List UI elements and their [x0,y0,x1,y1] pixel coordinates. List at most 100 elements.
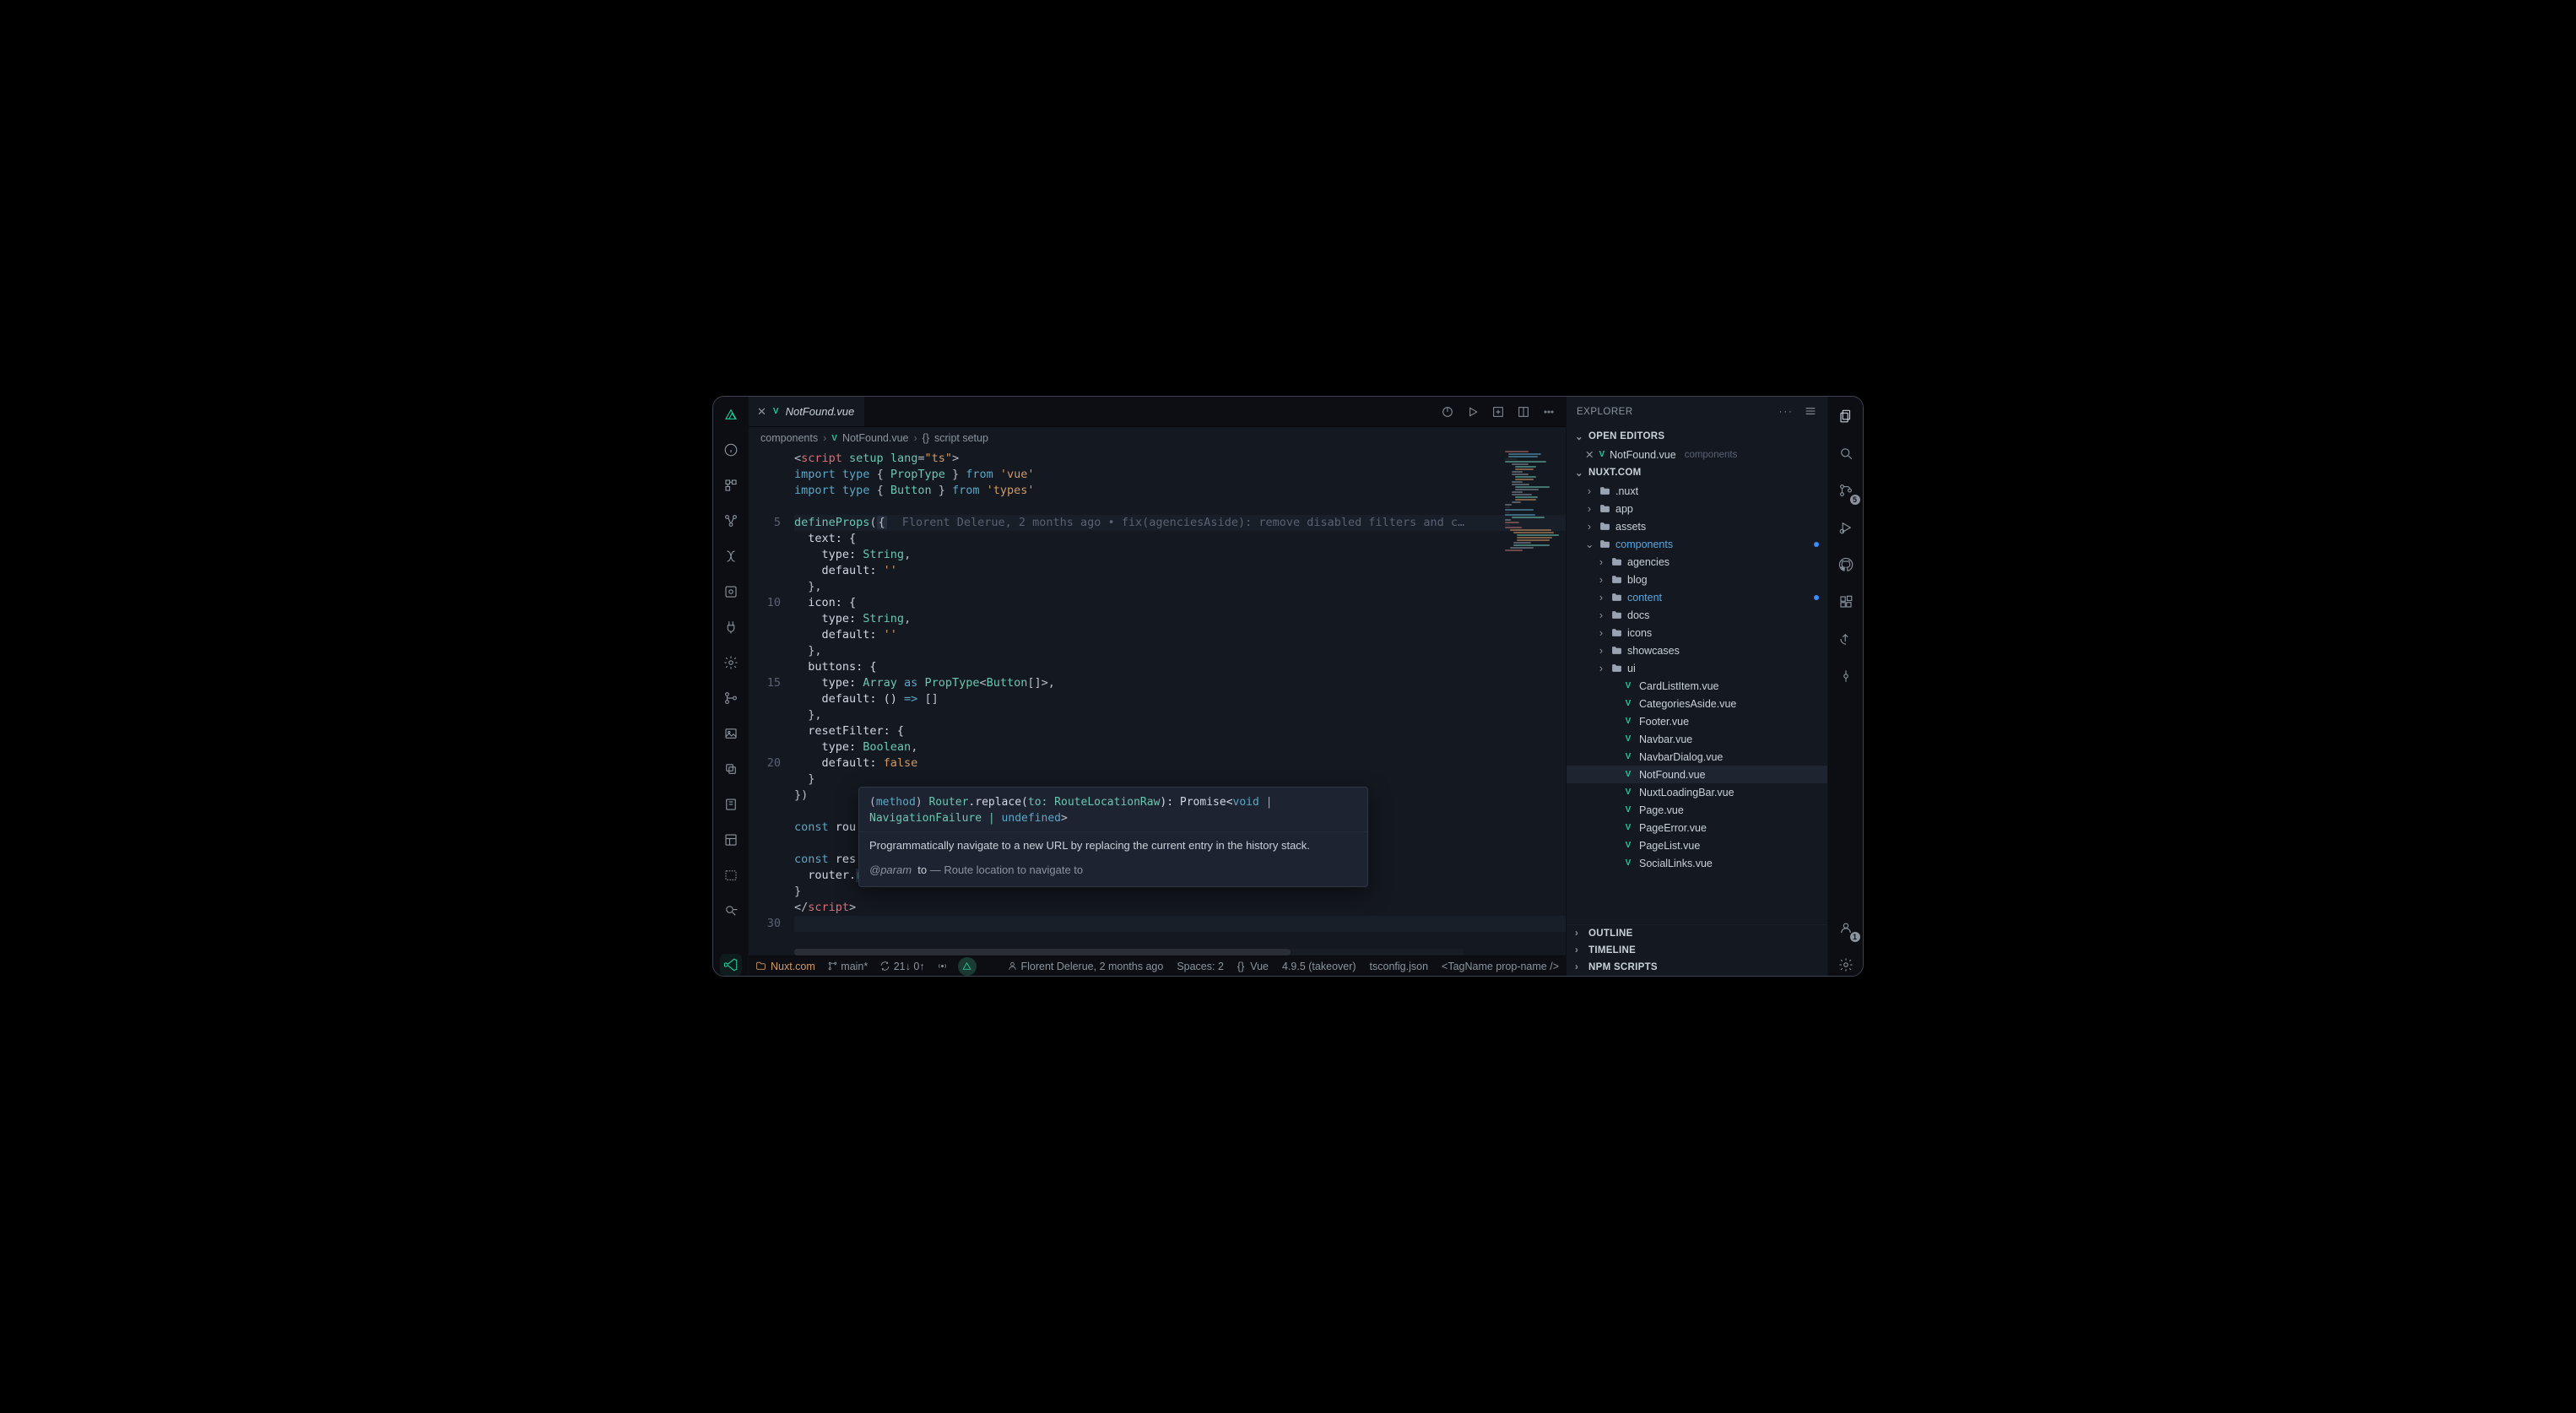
tree-label: CardListItem.vue [1639,680,1718,692]
status-tsconfig[interactable]: tsconfig.json [1370,961,1428,972]
vue-file-icon: V [831,434,837,443]
folder-assets[interactable]: ›assets [1567,517,1827,535]
tab-notfound[interactable]: ✕ V NotFound.vue [749,397,865,426]
section-project[interactable]: ⌄ NUXT.COM [1567,463,1827,482]
status-language[interactable]: {} Vue [1237,961,1269,972]
status-blame[interactable]: Florent Delerue, 2 months ago [1007,961,1163,972]
editor-content[interactable]: 5 10 15 20 30 <script setup lang="ts"> i… [749,449,1566,956]
files-icon[interactable] [1835,405,1857,427]
code-body[interactable]: <script setup lang="ts"> import type { P… [789,449,1566,956]
chevron-down-icon: ⌄ [1575,430,1585,442]
folder-docs[interactable]: ›docs [1567,606,1827,624]
explorer-panel: EXPLORER ··· ⌄ OPEN EDITORS ✕ V NotFound… [1566,397,1827,976]
folder-components[interactable]: ⌄components [1567,535,1827,553]
intellisense-hover: (method) Router.replace(to: RouteLocatio… [858,787,1368,887]
status-folder[interactable]: Nuxt.com [755,961,815,972]
vscode-icon[interactable] [720,954,742,976]
layout-icon[interactable] [720,829,742,851]
search-icon[interactable] [1835,442,1857,464]
share-icon[interactable] [1835,628,1857,650]
tree-label: icons [1627,627,1652,639]
file-categoriesaside-vue[interactable]: ›VCategoriesAside.vue [1567,695,1827,712]
file-nuxtloadingbar-vue[interactable]: ›VNuxtLoadingBar.vue [1567,783,1827,801]
plugin-icon[interactable] [720,616,742,638]
folder-icons[interactable]: ›icons [1567,624,1827,642]
folder-app[interactable]: ›app [1567,500,1827,517]
section-open-editors[interactable]: ⌄ OPEN EDITORS [1567,427,1827,446]
status-volar-version[interactable]: 4.9.5 (takeover) [1282,961,1356,972]
terminal-icon[interactable] [720,864,742,886]
git-commit-icon[interactable] [1835,665,1857,687]
split-right-icon[interactable] [1517,405,1530,419]
tree-label: content [1627,592,1662,604]
modules-icon[interactable] [720,474,742,496]
status-bar: Nuxt.com main* 21↓ 0↑ [749,956,1566,976]
open-editor-item[interactable]: ✕ V NotFound.vue components [1567,446,1827,463]
tree-label: assets [1615,521,1646,533]
menu-icon[interactable] [1804,404,1817,420]
chevron-right-icon: › [1585,503,1594,515]
tree-label: .nuxt [1615,485,1638,497]
account-icon[interactable]: 1 [1835,917,1857,939]
graph-icon[interactable] [720,510,742,532]
split-add-icon[interactable] [1491,405,1505,419]
git-merge-icon[interactable] [720,687,742,709]
breadcrumb-file[interactable]: NotFound.vue [842,432,909,444]
component-inspector-icon[interactable] [720,581,742,603]
status-spaces[interactable]: Spaces: 2 [1177,961,1224,972]
status-live-icon[interactable] [937,961,948,972]
nuxt-logo-icon[interactable] [720,403,742,425]
section-timeline[interactable]: › TIMELINE [1567,942,1827,959]
play-icon[interactable] [1466,405,1480,419]
vue-file-icon: V [1622,823,1634,832]
close-icon[interactable]: ✕ [1585,448,1594,461]
tree-label: PageError.vue [1639,822,1707,834]
breadcrumb-components[interactable]: components [760,432,818,444]
close-icon[interactable]: ✕ [757,405,766,419]
status-sync[interactable]: 21↓ 0↑ [879,961,924,972]
folder-content[interactable]: ›content [1567,588,1827,606]
chevron-right-icon: › [1597,609,1605,621]
folder-showcases[interactable]: ›showcases [1567,642,1827,659]
image-icon[interactable] [720,723,742,744]
horizontal-scrollbar[interactable] [794,949,1464,956]
folder-ui[interactable]: ›ui [1567,659,1827,677]
search-all-icon[interactable] [720,900,742,922]
status-tagname-case[interactable]: <TagName prop-name /> [1442,961,1559,972]
section-outline[interactable]: › OUTLINE [1567,925,1827,942]
power-icon[interactable] [1441,405,1454,419]
run-debug-icon[interactable] [1835,517,1857,539]
file-tree[interactable]: ›.nuxt›app›assets⌄components›agencies›bl… [1567,482,1827,924]
file-page-vue[interactable]: ›VPage.vue [1567,801,1827,819]
status-branch[interactable]: main* [827,961,868,972]
file-footer-vue[interactable]: ›VFooter.vue [1567,712,1827,730]
source-control-icon[interactable]: 5 [1835,479,1857,501]
folder-icon [1610,628,1622,637]
breadcrumb-symbol[interactable]: script setup [934,432,988,444]
nuxt-devtools-badge-icon[interactable] [958,957,977,976]
info-icon[interactable] [720,439,742,461]
folder-nuxt[interactable]: ›.nuxt [1567,482,1827,500]
settings-gear-icon[interactable] [720,652,742,674]
more-icon[interactable] [1542,405,1556,419]
layers-icon[interactable] [720,758,742,780]
settings-gear-icon[interactable] [1835,954,1857,976]
file-pageerror-vue[interactable]: ›VPageError.vue [1567,819,1827,836]
file-navbar-vue[interactable]: ›VNavbar.vue [1567,730,1827,748]
file-cardlistitem-vue[interactable]: ›VCardListItem.vue [1567,677,1827,695]
github-icon[interactable] [1835,554,1857,576]
folder-blog[interactable]: ›blog [1567,571,1827,588]
extensions-icon[interactable] [1835,591,1857,613]
section-npm-scripts[interactable]: › NPM SCRIPTS [1567,959,1827,976]
hover-signature: (method) Router.replace(to: RouteLocatio… [859,788,1367,831]
folder-agencies[interactable]: ›agencies [1567,553,1827,571]
file-notfound-vue[interactable]: ›VNotFound.vue [1567,766,1827,783]
file-navbardialog-vue[interactable]: ›VNavbarDialog.vue [1567,748,1827,766]
file-pagelist-vue[interactable]: ›VPageList.vue [1567,836,1827,854]
file-sociallinks-vue[interactable]: ›VSocialLinks.vue [1567,854,1827,872]
book-icon[interactable] [720,793,742,815]
chevron-right-icon: › [1597,645,1605,657]
hooks-icon[interactable] [720,545,742,567]
breadcrumbs[interactable]: components › V NotFound.vue › {} script … [749,427,1566,449]
more-icon[interactable]: ··· [1779,407,1794,417]
